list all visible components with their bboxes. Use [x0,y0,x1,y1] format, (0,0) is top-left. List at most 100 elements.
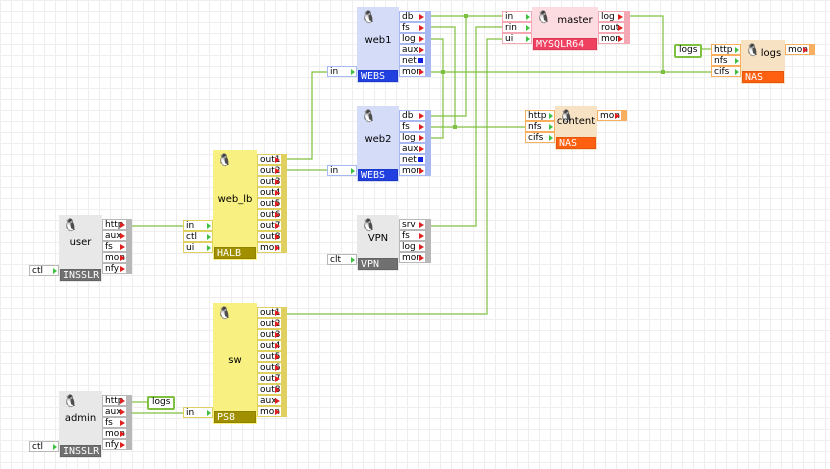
input-port-nfs[interactable]: nfs [525,121,555,132]
port-label: ctl [32,266,43,276]
linux-tux-icon: 🐧 [361,10,376,24]
input-arrow-icon [207,223,211,229]
linux-tux-icon: 🐧 [63,394,78,408]
input-port-in[interactable]: in [327,165,357,176]
input-port-cifs[interactable]: cifs [525,132,555,143]
output-port-mon[interactable]: mon [399,66,431,77]
input-port-clt[interactable]: clt [327,254,357,265]
wire-junction [441,70,445,74]
input-port-in[interactable]: in [327,66,357,77]
output-port-mon[interactable]: mon [785,44,815,55]
node-body[interactable]: 🐧 web1 WEBS [357,7,399,83]
input-port-in[interactable]: in [183,407,213,418]
node-body[interactable]: 🐧 web2 WEBS [357,106,399,182]
logs-link-tag[interactable]: logs [147,396,176,410]
output-port-log[interactable]: log [598,11,630,22]
output-port-srv[interactable]: srv [399,219,431,230]
wire-junction [453,125,457,129]
wire[interactable] [431,38,444,139]
input-port-http[interactable]: http [711,44,741,55]
input-port-in[interactable]: in [502,11,532,22]
output-port-mon[interactable]: mon [399,165,431,176]
input-port-rin[interactable]: rin [502,22,532,33]
node-body[interactable]: 🐧 VPN VPN [357,215,399,271]
node-body[interactable]: 🐧 master MYSQLR64 [532,7,598,51]
wire[interactable] [630,15,664,72]
output-port-mon[interactable]: mon [399,252,431,263]
output-port-mon[interactable]: mon [257,242,287,253]
wire[interactable] [287,71,327,160]
output-port-aux[interactable]: aux [399,44,431,55]
input-arrow-icon [549,113,553,119]
output-port-fs[interactable]: fs [399,121,431,132]
output-port-rout[interactable]: rout [598,22,630,33]
input-port-ctl[interactable]: ctl [29,441,59,452]
output-port-db[interactable]: db [399,110,431,121]
output-port-mon[interactable]: mon [598,33,630,44]
output-port-out8[interactable]: out8 [257,384,287,395]
output-port-out6[interactable]: out6 [257,209,287,220]
output-port-aux[interactable]: aux [399,143,431,154]
node-body[interactable]: 🐧 logs NAS [741,40,785,84]
output-port-out4[interactable]: out4 [257,187,287,198]
logs-link-tag[interactable]: logs [674,44,703,58]
port-label: nfy [105,264,120,274]
node-body[interactable]: 🐧 content NAS [555,106,597,150]
output-port-mon[interactable]: mon [102,428,132,439]
input-port-ctl[interactable]: ctl [29,265,59,276]
output-port-fs[interactable]: fs [399,230,431,241]
output-port-out1[interactable]: out1 [257,307,287,318]
output-port-out3[interactable]: out3 [257,176,287,187]
input-port-nfs[interactable]: nfs [711,55,741,66]
output-port-out5[interactable]: out5 [257,351,287,362]
output-port-mon[interactable]: mon [257,406,287,417]
output-port-db[interactable]: db [399,11,431,22]
node-body[interactable]: 🐧 admin INSSLR [59,391,102,458]
output-port-aux[interactable]: aux [102,230,132,241]
output-port-aux[interactable]: aux [102,406,132,417]
output-port-http[interactable]: http [102,395,132,406]
port-label: http [528,111,547,121]
node-body[interactable]: 🐧 user INSSLR [59,215,102,282]
node-body[interactable]: 🐧 web_lb HALB [213,150,257,260]
output-arrow-icon [275,409,280,415]
output-port-http[interactable]: http [102,219,132,230]
input-port-cifs[interactable]: cifs [711,66,741,77]
output-port-nfy[interactable]: nfy [102,263,132,274]
output-port-out2[interactable]: out2 [257,318,287,329]
output-port-out5[interactable]: out5 [257,198,287,209]
output-port-net[interactable]: net [399,55,431,66]
input-port-http[interactable]: http [525,110,555,121]
output-port-out3[interactable]: out3 [257,329,287,340]
output-port-net[interactable]: net [399,154,431,165]
input-port-ui[interactable]: ui [183,242,213,253]
port-label: ui [505,34,514,44]
output-port-fs[interactable]: fs [102,417,132,428]
port-label: ctl [32,442,43,452]
output-port-out7[interactable]: out7 [257,373,287,384]
output-port-log[interactable]: log [399,241,431,252]
port-label: db [402,111,414,121]
node-body[interactable]: 🐧 sw PS8 [213,303,257,424]
output-port-log[interactable]: log [399,33,431,44]
output-port-fs[interactable]: fs [399,22,431,33]
input-port-ui[interactable]: ui [502,33,532,44]
output-port-mon[interactable]: mon [102,252,132,263]
input-port-in[interactable]: in [183,220,213,231]
input-port-ctl[interactable]: ctl [183,231,213,242]
output-port-log[interactable]: log [399,132,431,143]
port-label: nfs [528,122,542,132]
output-arrow-icon [419,146,424,152]
output-port-out6[interactable]: out6 [257,362,287,373]
output-port-out2[interactable]: out2 [257,165,287,176]
output-port-aux[interactable]: aux [257,395,287,406]
output-port-out7[interactable]: out7 [257,220,287,231]
output-port-out8[interactable]: out8 [257,231,287,242]
output-port-mon[interactable]: mon [597,110,627,121]
node-type-label: INSSLR [60,445,101,457]
output-port-out4[interactable]: out4 [257,340,287,351]
output-port-out1[interactable]: out1 [257,154,287,165]
wire[interactable] [431,16,467,117]
output-port-nfy[interactable]: nfy [102,439,132,450]
output-port-fs[interactable]: fs [102,241,132,252]
